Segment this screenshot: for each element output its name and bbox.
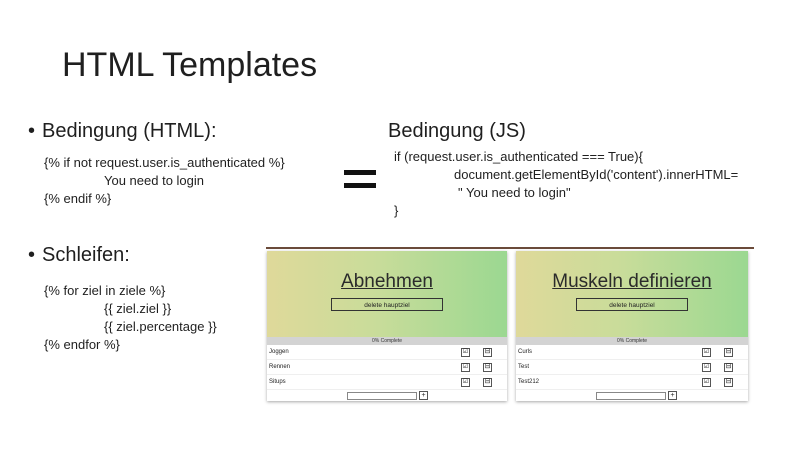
plus-icon[interactable]: + bbox=[419, 391, 428, 400]
bedingung-html-code: {% if not request.user.is_authenticated … bbox=[44, 154, 285, 208]
check-icon[interactable]: ☑ bbox=[702, 348, 711, 357]
code-line: {% if not request.user.is_authenticated … bbox=[44, 155, 285, 170]
bedingung-js-heading: Bedingung (JS) bbox=[388, 120, 526, 142]
minus-icon[interactable]: ⊟ bbox=[724, 378, 733, 387]
add-item-bar: + bbox=[267, 390, 507, 402]
item-label: Test212 bbox=[518, 379, 540, 385]
list-item: Test212 ☑ ⊟ bbox=[516, 375, 748, 390]
bullet-schleifen: • Schleifen: bbox=[28, 244, 130, 267]
list-item: Joggen ☑ ⊟ bbox=[267, 345, 507, 360]
new-item-input[interactable] bbox=[347, 392, 417, 400]
code-line: {{ ziel.percentage }} bbox=[104, 319, 217, 334]
progress-bar: 0% Complete bbox=[516, 337, 748, 345]
card-title[interactable]: Abnehmen bbox=[267, 271, 507, 293]
check-icon[interactable]: ☑ bbox=[461, 378, 470, 387]
check-icon[interactable]: ☑ bbox=[702, 363, 711, 372]
minus-icon[interactable]: ⊟ bbox=[483, 348, 492, 357]
card-header: Abnehmen delete hauptziel bbox=[267, 251, 507, 337]
list-item: Rennen ☑ ⊟ bbox=[267, 360, 507, 375]
plus-icon[interactable]: + bbox=[668, 391, 677, 400]
code-line: if (request.user.is_authenticated === Tr… bbox=[394, 149, 643, 164]
code-line: {% endfor %} bbox=[44, 337, 120, 352]
bullet-bedingung-html: • Bedingung (HTML): bbox=[28, 120, 217, 143]
list-item: Curls ☑ ⊟ bbox=[516, 345, 748, 360]
schleifen-heading: Schleifen: bbox=[42, 244, 130, 266]
equals-sign bbox=[344, 170, 376, 196]
minus-icon[interactable]: ⊟ bbox=[724, 348, 733, 357]
delete-goal-button[interactable]: delete hauptziel bbox=[331, 298, 443, 311]
item-label: Joggen bbox=[269, 349, 289, 355]
item-label: Rennen bbox=[269, 364, 291, 370]
minus-icon[interactable]: ⊟ bbox=[724, 363, 733, 372]
code-line: {{ ziel.ziel }} bbox=[104, 301, 172, 316]
schleifen-code: {% for ziel in ziele %} {{ ziel.ziel }} … bbox=[44, 282, 217, 354]
code-line: {% endif %} bbox=[44, 191, 112, 206]
item-label: Situps bbox=[269, 379, 286, 385]
new-item-input[interactable] bbox=[596, 392, 666, 400]
bullet-dot: • bbox=[28, 120, 36, 142]
bullet-dot: • bbox=[28, 244, 36, 266]
code-line: document.getElementById('content').inner… bbox=[454, 167, 739, 182]
goal-card: Abnehmen delete hauptziel 0% Complete Jo… bbox=[267, 251, 507, 401]
code-line: You need to login bbox=[104, 173, 205, 188]
add-item-bar: + bbox=[516, 390, 748, 402]
item-label: Curls bbox=[518, 349, 533, 355]
minus-icon[interactable]: ⊟ bbox=[483, 363, 492, 372]
code-line: {% for ziel in ziele %} bbox=[44, 283, 166, 298]
list-item: Test ☑ ⊟ bbox=[516, 360, 748, 375]
card-title[interactable]: Muskeln definieren bbox=[516, 271, 748, 293]
list-item: Situps ☑ ⊟ bbox=[267, 375, 507, 390]
bedingung-js-code: if (request.user.is_authenticated === Tr… bbox=[394, 148, 738, 220]
progress-bar: 0% Complete bbox=[267, 337, 507, 345]
check-icon[interactable]: ☑ bbox=[702, 378, 711, 387]
delete-goal-button[interactable]: delete hauptziel bbox=[576, 298, 688, 311]
code-line: } bbox=[394, 203, 399, 218]
code-line: " You need to login" bbox=[458, 185, 571, 200]
minus-icon[interactable]: ⊟ bbox=[483, 378, 492, 387]
divider-line bbox=[266, 247, 754, 249]
item-label: Test bbox=[518, 364, 530, 370]
slide-title: HTML Templates bbox=[62, 46, 318, 84]
check-icon[interactable]: ☑ bbox=[461, 363, 470, 372]
card-header: Muskeln definieren delete hauptziel bbox=[516, 251, 748, 337]
check-icon[interactable]: ☑ bbox=[461, 348, 470, 357]
goal-card: Muskeln definieren delete hauptziel 0% C… bbox=[516, 251, 748, 401]
bedingung-html-heading: Bedingung (HTML): bbox=[42, 120, 217, 142]
